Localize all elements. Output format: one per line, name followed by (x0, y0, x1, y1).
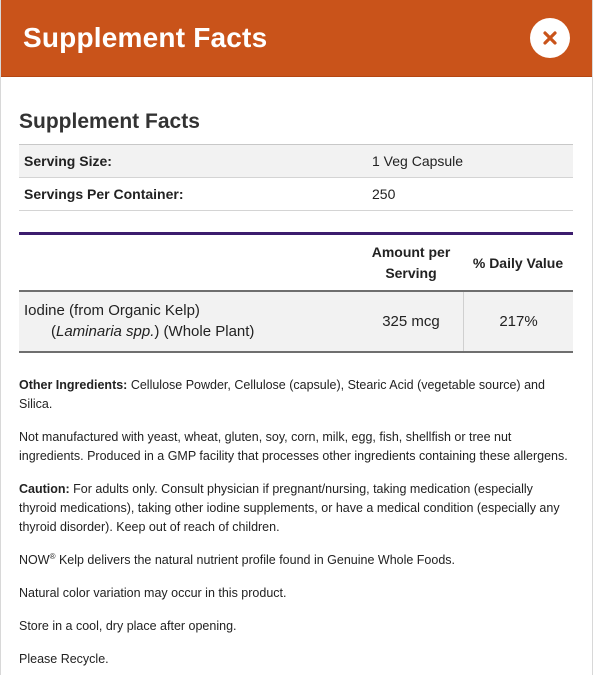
other-ingredients: Other Ingredients: Cellulose Powder, Cel… (19, 376, 573, 414)
color-variation-note: Natural color variation may occur in thi… (19, 586, 287, 600)
nutrient-name-cell: Iodine (from Organic Kelp) (Laminaria sp… (19, 292, 359, 351)
supplement-facts-modal: Supplement Facts Supplement Facts Servin… (0, 0, 593, 675)
recycle-note: Please Recycle. (19, 652, 109, 666)
servings-per-container-value: 250 (372, 186, 396, 202)
nutrient-source-rest: ) (Whole Plant) (154, 323, 255, 340)
serving-size-value: 1 Veg Capsule (372, 153, 464, 169)
caution-text: For adults only. Consult physician if pr… (19, 482, 560, 534)
close-button[interactable] (530, 18, 570, 58)
now-brand: NOW (19, 553, 50, 567)
nutrient-row-iodine: Iodine (from Organic Kelp) (Laminaria sp… (19, 292, 573, 353)
close-icon (543, 31, 557, 45)
nutrient-source: (Laminaria spp.) (Whole Plant) (24, 321, 359, 342)
nutrient-table: Amount per Serving % Daily Value Iodine … (19, 232, 573, 353)
servings-per-container-label: Servings Per Container: (24, 186, 184, 202)
allergen-statement: Not manufactured with yeast, wheat, glut… (19, 430, 568, 463)
now-statement: NOW® Kelp delivers the natural nutrient … (19, 551, 573, 570)
serving-size-row: Serving Size: 1 Veg Capsule (19, 145, 573, 178)
caution-statement: Caution: For adults only. Consult physic… (19, 480, 573, 537)
amount-header-line1: Amount per (371, 243, 451, 260)
amount-header-line2: Serving (385, 264, 437, 281)
serving-size-label: Serving Size: (24, 153, 112, 169)
header-spacer (19, 235, 359, 290)
product-notes: Other Ingredients: Cellulose Powder, Cel… (19, 376, 573, 669)
nutrient-species: Laminaria spp. (56, 323, 155, 340)
modal-header: Supplement Facts (1, 0, 592, 77)
nutrient-amount: 325 mcg (382, 313, 440, 330)
modal-content: Supplement Facts Serving Size: 1 Veg Cap… (1, 110, 592, 669)
serving-table: Serving Size: 1 Veg Capsule Servings Per… (19, 144, 573, 211)
nutrient-table-header: Amount per Serving % Daily Value (19, 235, 573, 292)
storage-note: Store in a cool, dry place after opening… (19, 619, 237, 633)
modal-title: Supplement Facts (23, 22, 268, 53)
servings-per-container-row: Servings Per Container: 250 (19, 178, 573, 211)
now-text: Kelp delivers the natural nutrient profi… (55, 553, 456, 567)
nutrient-name: Iodine (from Organic Kelp) (24, 302, 200, 319)
facts-heading: Supplement Facts (19, 110, 200, 133)
amount-per-serving-header: Amount per Serving (359, 235, 463, 290)
other-ingredients-label: Other Ingredients: (19, 378, 128, 392)
nutrient-daily-value: 217% (463, 292, 573, 351)
daily-value-header: % Daily Value (472, 254, 564, 271)
caution-label: Caution: (19, 482, 70, 496)
